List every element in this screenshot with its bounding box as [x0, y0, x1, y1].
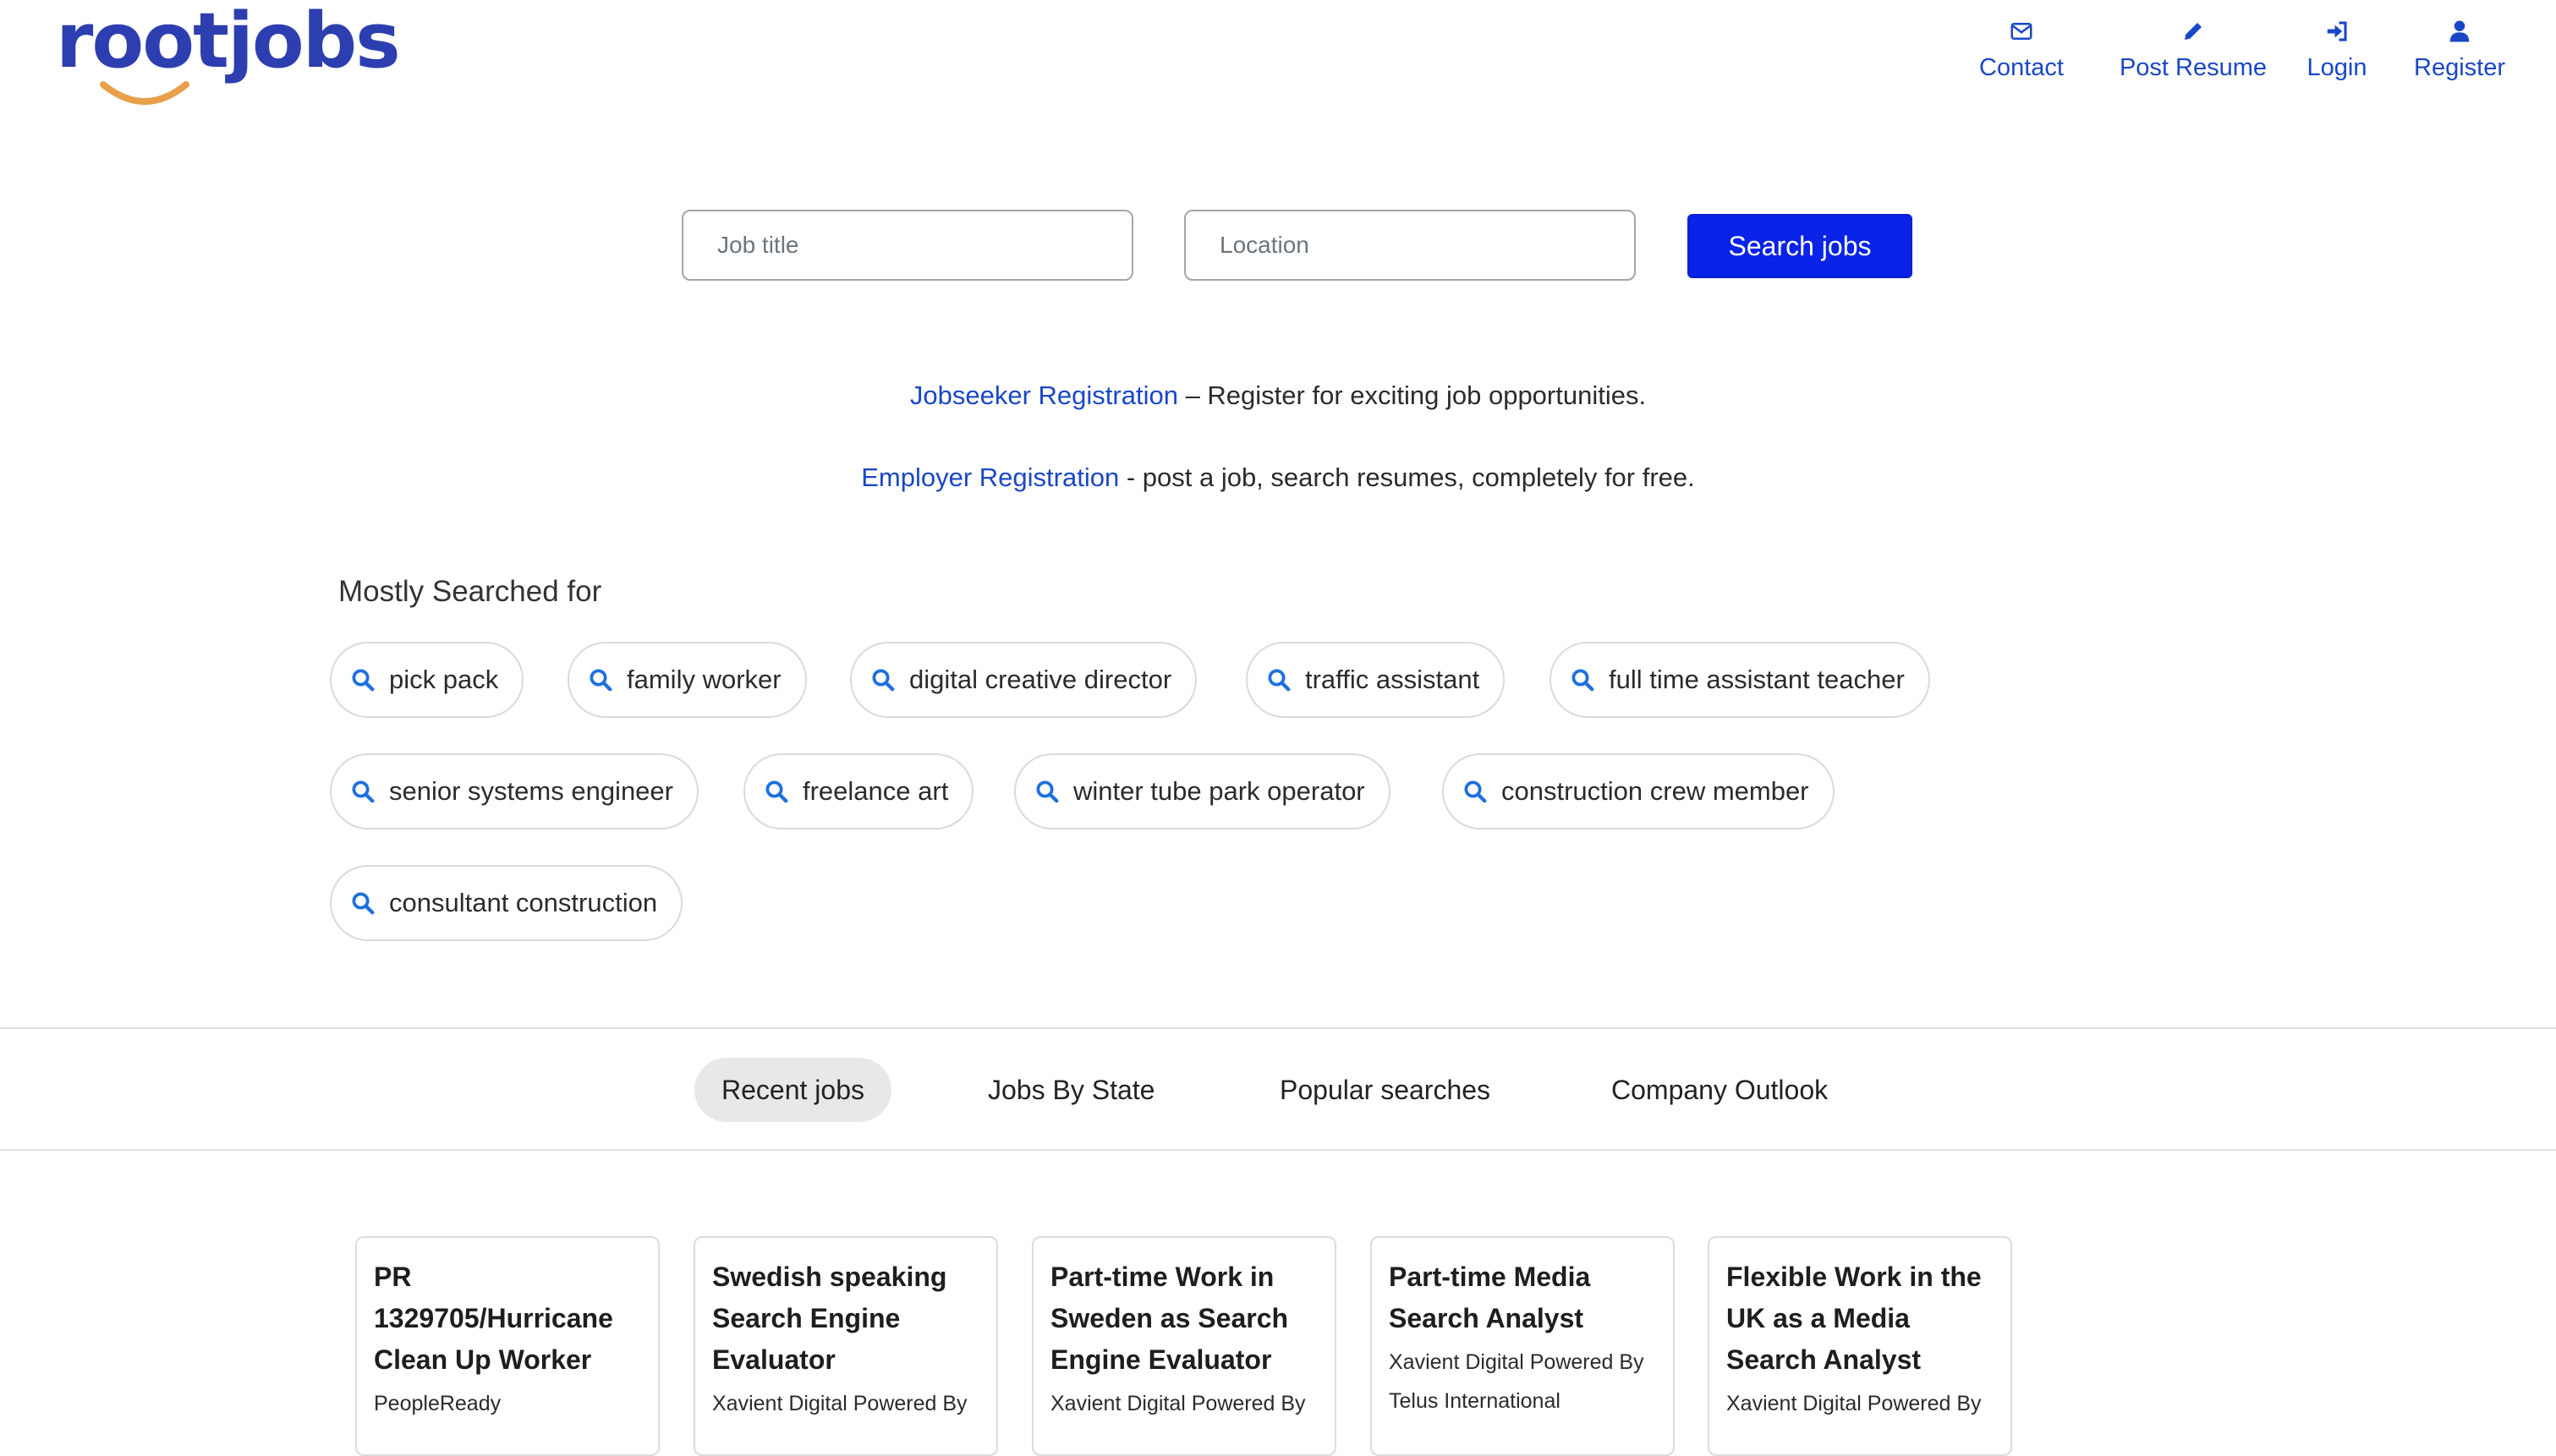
search-chip-label: senior systems engineer [389, 776, 673, 806]
tab-popular-searches[interactable]: Popular searches [1253, 1058, 1517, 1122]
search-icon [1034, 779, 1060, 804]
search-chip[interactable]: freelance art [743, 753, 974, 829]
search-chip[interactable]: senior systems engineer [330, 753, 699, 829]
search-jobs-button[interactable]: Search jobs [1687, 214, 1912, 278]
job-title: PR 1329705/Hurricane Clean Up Worker [374, 1262, 613, 1375]
employer-registration-line: Employer Registration - post a job, sear… [0, 463, 2556, 493]
pencil-icon [2185, 23, 2202, 40]
employer-registration-text: - post a job, search resumes, completely… [1119, 463, 1695, 492]
job-tabs: Recent jobs Jobs By State Popular search… [0, 1027, 2556, 1151]
jobseeker-registration-text: – Register for exciting job opportunitie… [1177, 380, 1647, 410]
search-icon [1462, 779, 1488, 804]
job-title: Part-time Media Search Analyst [1389, 1262, 1591, 1333]
tab-company-outlook[interactable]: Company Outlook [1584, 1058, 1855, 1122]
search-chip[interactable]: digital creative director [850, 642, 1198, 718]
search-chip-label: construction crew member [1501, 776, 1809, 806]
search-chip-label: winter tube park operator [1073, 776, 1365, 806]
job-title-input[interactable] [682, 210, 1133, 281]
search-chip-label: pick pack [389, 665, 499, 694]
search-chip-label: freelance art [803, 776, 949, 806]
search-chip-label: digital creative director [909, 665, 1172, 694]
jobseeker-registration-line: Jobseeker Registration – Register for ex… [0, 380, 2556, 411]
search-icon [350, 890, 376, 916]
search-chip[interactable]: full time assistant teacher [1550, 642, 1930, 718]
rootjobs-logo[interactable]: rootjobs [56, 0, 401, 112]
search-icon [870, 667, 896, 692]
nav-register[interactable]: Register [2395, 19, 2524, 82]
job-title: Part-time Work in Sweden as Search Engine … [1050, 1262, 1289, 1375]
jobseeker-registration-link[interactable]: Jobseeker Registration [910, 380, 1178, 410]
search-chip-label: full time assistant teacher [1609, 665, 1905, 694]
search-chip-label: traffic assistant [1305, 665, 1480, 694]
job-card[interactable]: Flexible Work in the UK as a Media Search … [1708, 1236, 2012, 1456]
search-chip[interactable]: family worker [568, 642, 807, 718]
search-chip[interactable]: winter tube park operator [1014, 753, 1390, 829]
user-icon [2449, 20, 2470, 42]
search-chip[interactable]: traffic assistant [1246, 642, 1506, 718]
search-chip[interactable]: pick pack [330, 642, 524, 718]
nav-contact[interactable]: Contact [1947, 19, 2096, 82]
tab-jobs-by-state[interactable]: Jobs By State [961, 1058, 1182, 1122]
job-search-bar: Search jobs [0, 210, 2556, 286]
search-icon [588, 667, 613, 692]
job-company: Xavient Digital Powered By Telus Internat… [1389, 1350, 1644, 1413]
job-title: Swedish speaking Search Engine Evaluator [712, 1262, 947, 1375]
search-chip-label: family worker [627, 665, 782, 694]
nav-login-label: Login [2306, 54, 2367, 81]
nav-contact-label: Contact [1979, 54, 2064, 81]
search-icon [1570, 667, 1595, 692]
search-chip-label: consultant construction [389, 888, 658, 917]
search-chip[interactable]: construction crew member [1442, 753, 1835, 829]
job-company: Xavient Digital Powered By [1726, 1392, 1982, 1415]
tab-recent-jobs[interactable]: Recent jobs [694, 1058, 891, 1122]
nav-post-resume[interactable]: Post Resume [2099, 19, 2287, 82]
search-icon [764, 779, 789, 804]
search-chip[interactable]: consultant construction [330, 865, 683, 941]
job-card[interactable]: Swedish speaking Search Engine Evaluator X… [694, 1236, 998, 1456]
sign-in-icon [2327, 21, 2347, 41]
envelope-icon [2010, 23, 2032, 40]
logo-text: rootjobs [56, 0, 401, 85]
mostly-searched-title: Mostly Searched for [338, 575, 602, 608]
search-icon [350, 667, 376, 692]
job-company: Xavient Digital Powered By [1050, 1392, 1306, 1415]
nav-login[interactable]: Login [2284, 19, 2389, 82]
search-icon [1266, 667, 1292, 692]
job-company: Xavient Digital Powered By [712, 1392, 968, 1415]
employer-registration-link[interactable]: Employer Registration [861, 463, 1119, 492]
logo-smile-icon [100, 81, 189, 105]
job-company: PeopleReady [374, 1392, 502, 1415]
job-card[interactable]: Part-time Work in Sweden as Search Engine … [1032, 1236, 1336, 1456]
nav-post-resume-label: Post Resume [2119, 54, 2268, 81]
search-icon [350, 779, 376, 804]
location-input[interactable] [1184, 210, 1636, 281]
nav-register-label: Register [2414, 54, 2505, 81]
job-card[interactable]: Part-time Media Search Analyst Xavient Di… [1370, 1236, 1675, 1456]
job-title: Flexible Work in the UK as a Media Search … [1726, 1262, 1982, 1375]
job-card[interactable]: PR 1329705/Hurricane Clean Up Worker Peopl… [355, 1236, 660, 1456]
